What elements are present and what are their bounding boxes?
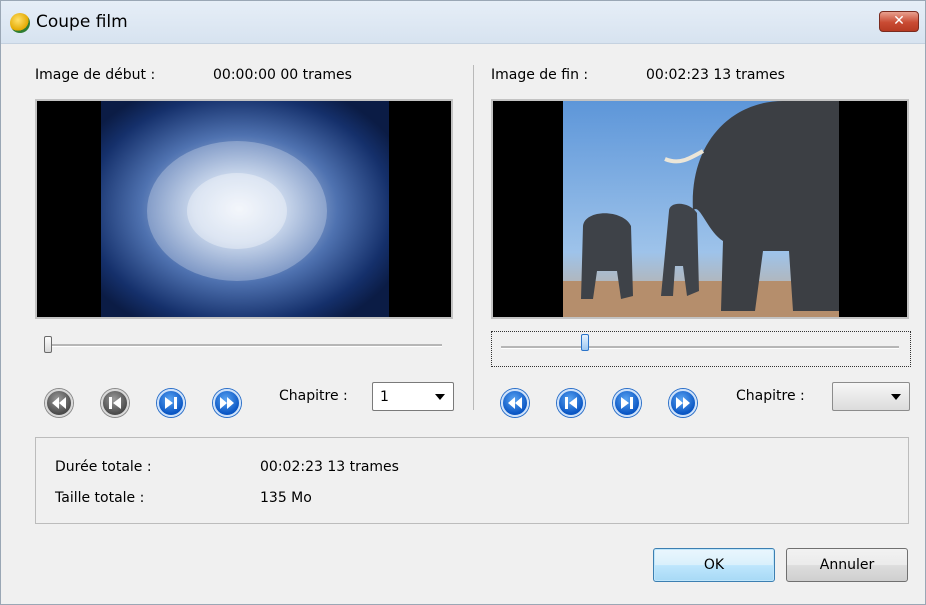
end-frame-time: 00:02:23 13 trames — [646, 67, 785, 83]
start-slider-thumb[interactable] — [44, 336, 52, 353]
step-forward-icon — [621, 397, 633, 409]
fast-forward-icon — [676, 397, 690, 409]
start-chapter-select[interactable]: 1 — [372, 382, 454, 411]
start-step-back-button[interactable] — [101, 389, 129, 417]
summary-group: Durée totale : 00:02:23 13 trames Taille… — [35, 437, 909, 524]
end-step-back-button[interactable] — [557, 389, 585, 417]
start-chapter-value: 1 — [380, 389, 389, 405]
start-frame-label: Image de début : — [35, 67, 156, 83]
step-forward-icon — [165, 397, 177, 409]
duration-label: Durée totale : — [55, 459, 152, 475]
end-slider-track[interactable] — [501, 346, 899, 349]
end-frame-preview — [491, 99, 909, 319]
start-slider-track[interactable] — [45, 344, 442, 347]
size-label: Taille totale : — [55, 490, 145, 506]
end-rewind-button[interactable] — [501, 389, 529, 417]
window-title: Coupe film — [36, 12, 128, 32]
end-chapter-label: Chapitre : — [736, 388, 805, 404]
title-bar: Coupe film ✕ — [1, 1, 925, 44]
hurricane-image — [37, 101, 451, 317]
start-frame-preview — [35, 99, 453, 319]
start-chapter-label: Chapitre : — [279, 388, 348, 404]
coupe-film-dialog: Coupe film ✕ Image de début : 00:00:00 0… — [0, 0, 926, 605]
step-back-icon — [109, 397, 121, 409]
chevron-down-icon — [435, 394, 445, 400]
step-back-icon — [565, 397, 577, 409]
end-fast-forward-button[interactable] — [669, 389, 697, 417]
end-slider-thumb[interactable] — [581, 334, 589, 351]
start-step-forward-button[interactable] — [157, 389, 185, 417]
elephants-image — [493, 101, 907, 317]
ok-button[interactable]: OK — [653, 548, 775, 582]
app-icon — [10, 13, 30, 33]
fast-forward-icon — [220, 397, 234, 409]
size-value: 135 Mo — [260, 490, 312, 506]
duration-value: 00:02:23 13 trames — [260, 459, 399, 475]
end-frame-label: Image de fin : — [491, 67, 589, 83]
rewind-icon — [508, 397, 522, 409]
end-slider-focus — [491, 331, 911, 367]
end-step-forward-button[interactable] — [613, 389, 641, 417]
panel-divider — [473, 65, 474, 410]
start-rewind-button[interactable] — [45, 389, 73, 417]
cancel-button[interactable]: Annuler — [786, 548, 908, 582]
rewind-icon — [52, 397, 66, 409]
end-chapter-select[interactable] — [832, 382, 910, 411]
start-frame-time: 00:00:00 00 trames — [213, 67, 352, 83]
close-button[interactable]: ✕ — [879, 11, 919, 32]
chevron-down-icon — [891, 394, 901, 400]
start-fast-forward-button[interactable] — [213, 389, 241, 417]
